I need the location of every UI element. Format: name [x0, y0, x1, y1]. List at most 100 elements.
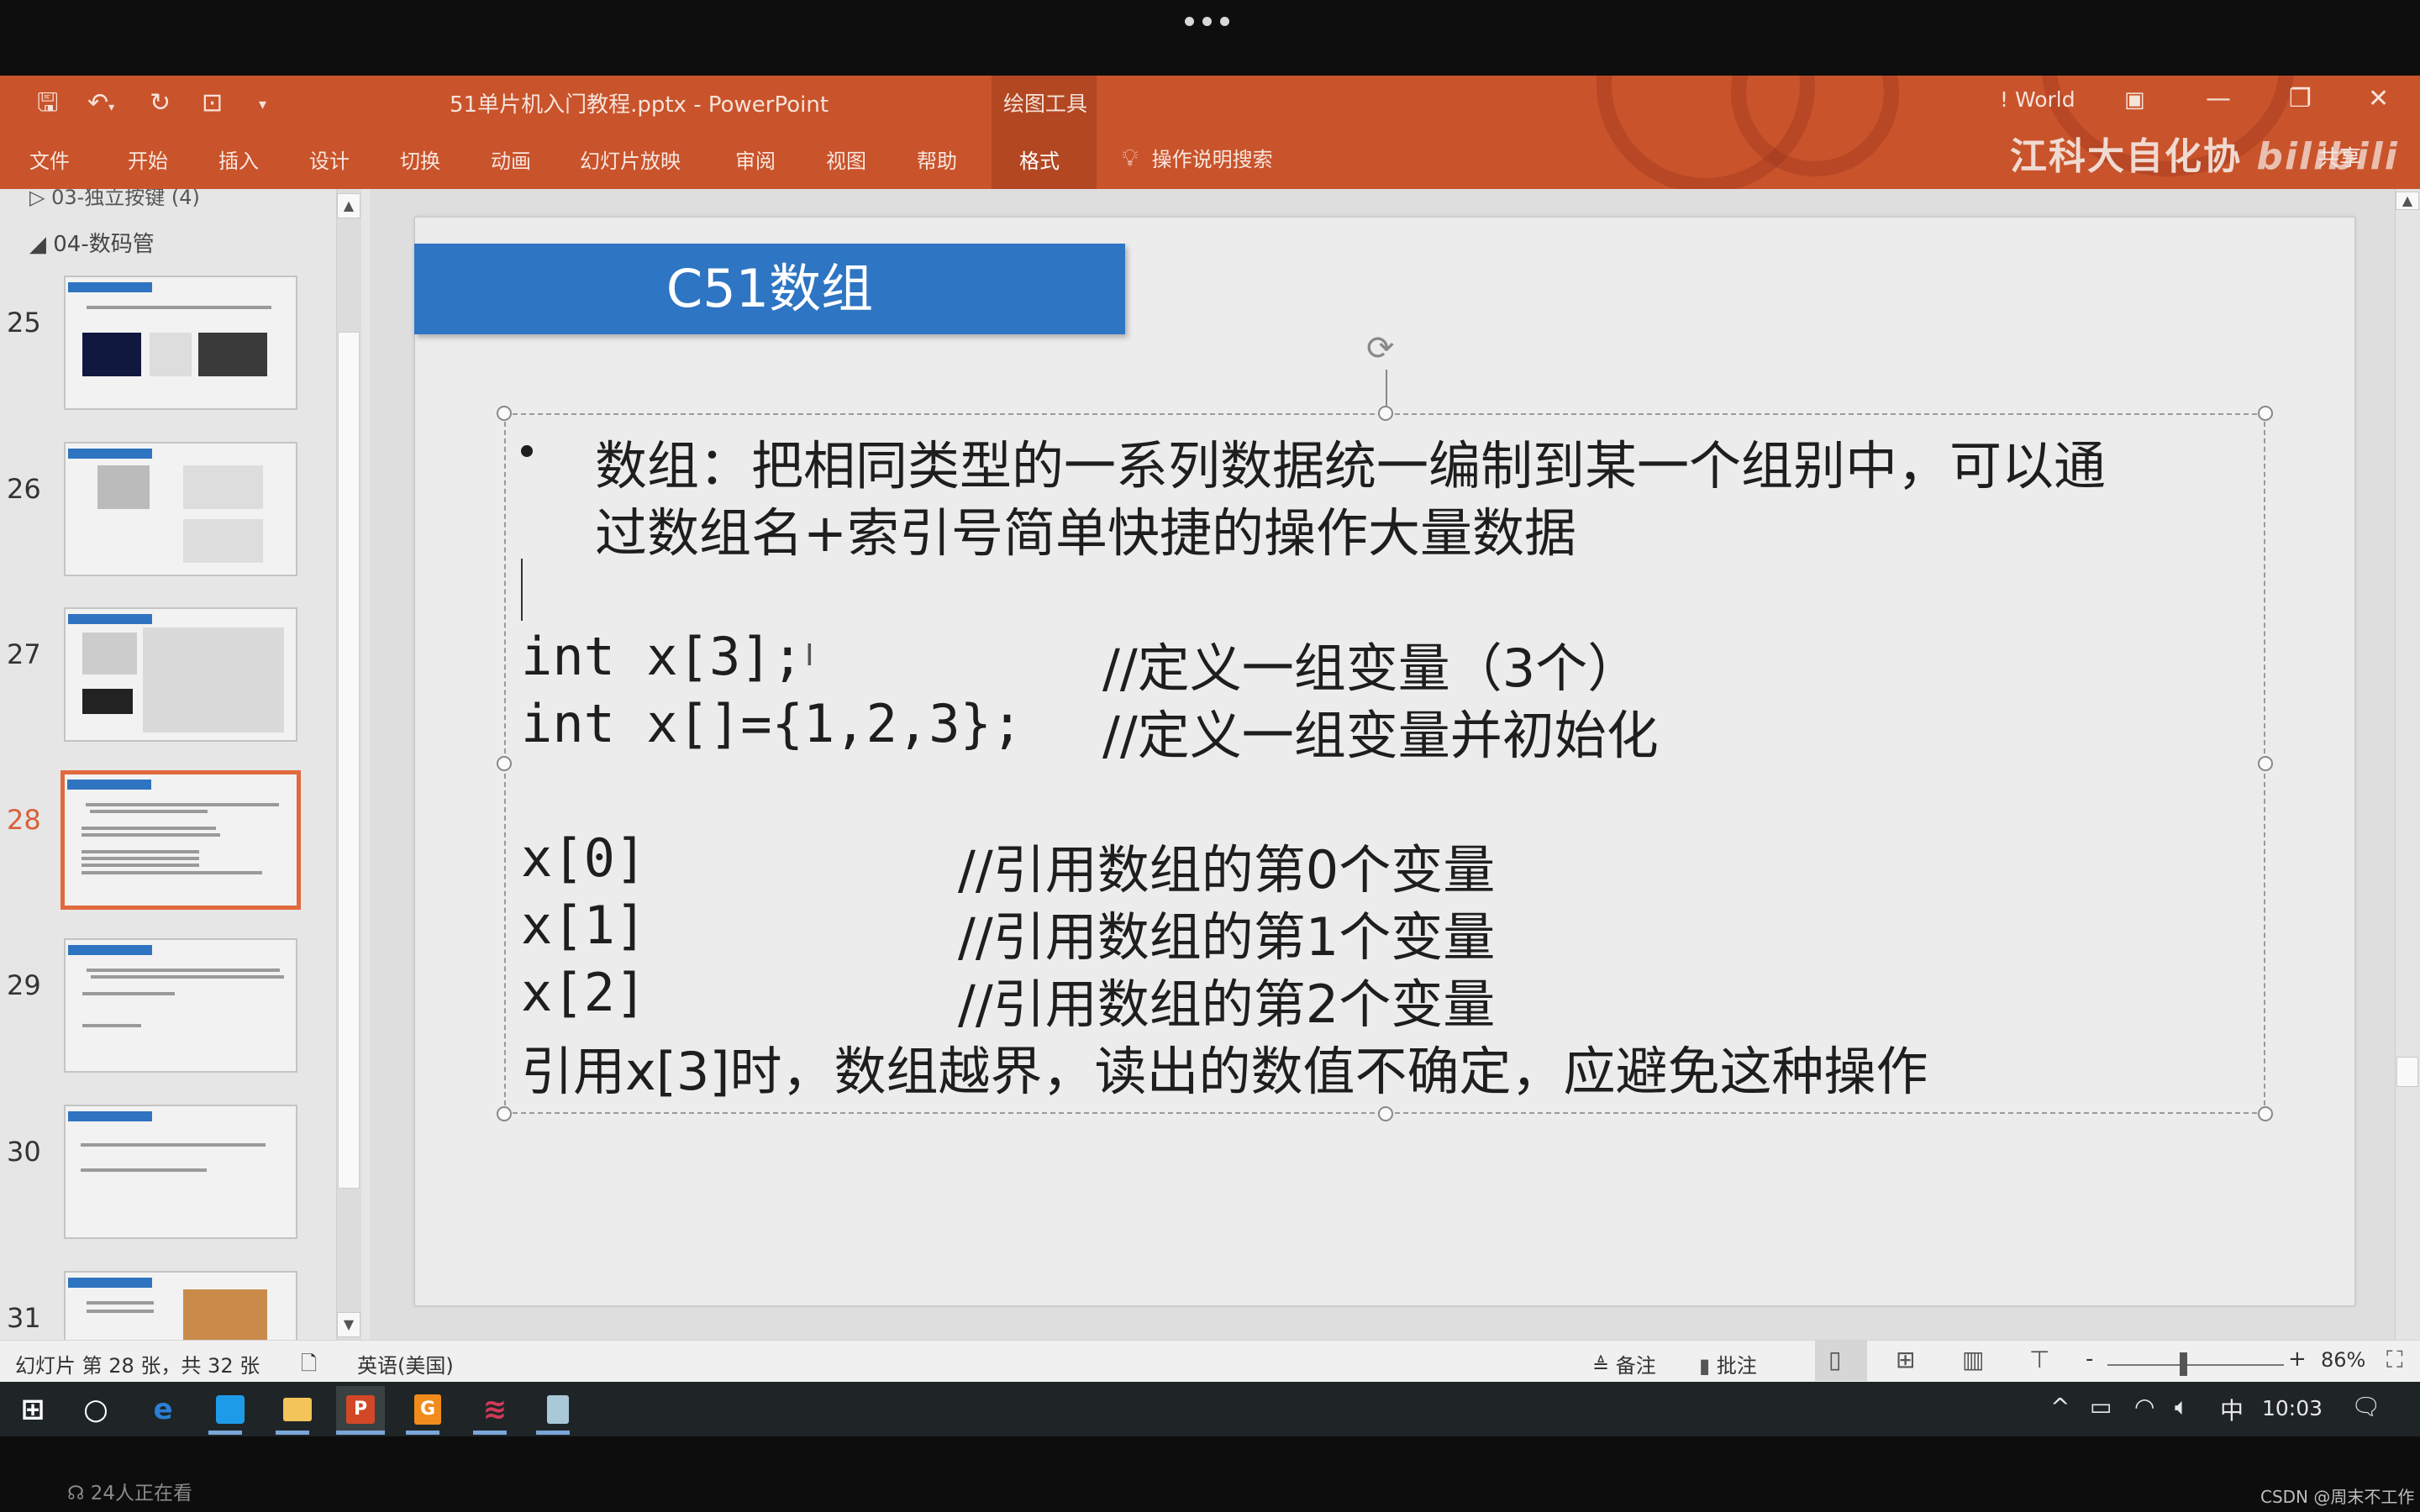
fit-to-window-icon[interactable]: ⛶	[2386, 1346, 2403, 1374]
zoom-in-button[interactable]: +	[2288, 1347, 2307, 1372]
slide-thumbnail[interactable]	[64, 1271, 297, 1340]
slide-number: 30	[7, 1136, 41, 1168]
rotate-handle-icon[interactable]: ⟳	[1366, 329, 1395, 368]
app-blue-icon[interactable]	[206, 1386, 255, 1432]
reading-view-icon[interactable]: ▥	[1962, 1346, 1984, 1373]
slide-thumbnail[interactable]	[64, 938, 297, 1073]
battery-icon[interactable]: ▭	[2090, 1393, 2112, 1420]
powerpoint-taskbar-icon[interactable]: P	[336, 1386, 385, 1432]
thumb-text	[82, 827, 216, 830]
tab-home[interactable]: 开始	[128, 144, 168, 174]
ime-indicator[interactable]: 中	[2220, 1393, 2244, 1426]
zoom-slider[interactable]	[2107, 1364, 2284, 1366]
app-orange-icon[interactable]: G	[403, 1386, 452, 1432]
minimize-button[interactable]: —	[2206, 84, 2231, 113]
slideshow-view-icon[interactable]: ⊤	[2029, 1346, 2049, 1373]
show-hidden-icons-icon[interactable]: ^	[2050, 1393, 2070, 1420]
present-from-start-icon[interactable]: ⊡	[202, 91, 223, 116]
tab-view[interactable]: 视图	[826, 144, 866, 174]
section-header-collapsed[interactable]: ▷ 03-独立按键 (4)	[29, 189, 200, 210]
tab-help[interactable]: 帮助	[917, 144, 957, 174]
lightbulb-icon: 💡︎	[1122, 143, 1139, 171]
tab-animations[interactable]: 动画	[491, 144, 531, 174]
resize-handle[interactable]	[497, 1106, 512, 1121]
tab-slideshow[interactable]: 幻灯片放映	[580, 144, 681, 174]
edge-icon[interactable]: e	[139, 1386, 187, 1432]
bullet-text-line-2: 过数组名+索引号简单快捷的操作大量数据	[595, 502, 1576, 564]
tab-review[interactable]: 审阅	[735, 144, 776, 174]
resize-handle[interactable]	[497, 756, 512, 771]
comments-button[interactable]: ▮ 批注	[1699, 1349, 1757, 1378]
more-options-icon[interactable]	[1185, 17, 1229, 26]
resize-handle[interactable]	[1378, 1106, 1393, 1121]
app-red-icon[interactable]: ≋	[471, 1386, 519, 1432]
save-icon[interactable]: 🖫	[37, 91, 59, 116]
thumb-text	[87, 1301, 154, 1305]
wifi-icon[interactable]: ◠	[2134, 1393, 2154, 1420]
panel-scrollbar-thumb[interactable]	[338, 332, 360, 1189]
app-notes-icon[interactable]	[534, 1386, 582, 1432]
normal-view-icon[interactable]: ▯	[1828, 1346, 1841, 1373]
tab-insert[interactable]: 插入	[218, 144, 259, 174]
customize-qat-icon[interactable]: ▾	[259, 97, 266, 113]
zoom-slider-thumb[interactable]	[2180, 1352, 2188, 1376]
slide-thumbnail[interactable]	[64, 442, 297, 576]
account-name[interactable]: ! World	[2000, 87, 2075, 112]
thumb-text	[82, 992, 175, 995]
start-button-icon[interactable]: ⊞	[8, 1386, 57, 1432]
tell-me-search[interactable]: 💡︎ 操作说明搜索	[1122, 143, 1273, 172]
scroll-down-button[interactable]: ▼	[337, 1312, 360, 1337]
redo-icon[interactable]: ↻	[150, 91, 171, 116]
video-bottom-bar	[0, 1436, 2420, 1512]
thumb-text	[82, 864, 199, 867]
close-button[interactable]: ✕	[2368, 84, 2389, 113]
thumb-image	[198, 333, 267, 376]
zoom-level[interactable]: 86%	[2321, 1348, 2365, 1372]
tab-format[interactable]: 格式	[1019, 144, 1060, 174]
slide-thumbnail[interactable]	[64, 276, 297, 410]
thumb-text	[82, 833, 220, 837]
thumb-title-bar	[68, 1278, 152, 1288]
clock[interactable]: 10:03	[2262, 1396, 2323, 1420]
resize-handle[interactable]	[2258, 756, 2273, 771]
ribbon-display-options-icon[interactable]: ▣	[2124, 87, 2145, 113]
resize-handle[interactable]	[2258, 1106, 2273, 1121]
code-comment: //引用数组的第1个变量	[958, 906, 1496, 968]
accessibility-icon[interactable]: 🗋	[301, 1349, 317, 1383]
tab-design[interactable]: 设计	[309, 144, 350, 174]
slide-scrollbar-thumb[interactable]	[2396, 1057, 2418, 1087]
slide-number-selected: 28	[7, 804, 41, 836]
action-center-icon[interactable]: 🗨︎	[2351, 1393, 2381, 1420]
code-line: x[0]	[521, 827, 647, 889]
thumb-text	[91, 975, 284, 979]
section-header-expanded[interactable]: ◢ 04-数码管	[29, 227, 155, 258]
slide-sorter-icon[interactable]: ⊞	[1896, 1346, 1915, 1373]
slide-thumbnail-panel: ▷ 03-独立按键 (4) ◢ 04-数码管 25 26 27 28 29 30…	[0, 189, 370, 1340]
volume-icon[interactable]: 🔈︎	[2175, 1393, 2189, 1421]
running-indicator	[473, 1431, 507, 1435]
tab-transitions[interactable]: 切换	[400, 144, 440, 174]
language-indicator[interactable]: 英语(美国)	[357, 1349, 454, 1378]
slide-thumbnail-selected[interactable]	[60, 770, 301, 910]
cortana-icon[interactable]: ○	[71, 1386, 120, 1432]
undo-icon[interactable]: ↶▾	[87, 91, 114, 116]
slide-thumbnail[interactable]	[64, 607, 297, 742]
thumb-title-bar	[68, 945, 152, 955]
thumb-text	[82, 871, 262, 874]
running-indicator	[336, 1431, 385, 1435]
file-explorer-icon[interactable]	[273, 1386, 322, 1432]
slide-thumbnail[interactable]	[64, 1105, 297, 1239]
zoom-out-button[interactable]: -	[2086, 1347, 2093, 1372]
resize-handle[interactable]	[497, 406, 512, 421]
restore-button[interactable]: ❐	[2289, 84, 2312, 113]
tab-file[interactable]: 文件	[29, 144, 70, 174]
resize-handle[interactable]	[1378, 406, 1393, 421]
scroll-up-button[interactable]: ▲	[2396, 192, 2419, 210]
slide-number: 31	[7, 1302, 41, 1334]
scroll-up-button[interactable]: ▲	[337, 193, 360, 218]
share-button[interactable]: 共享	[2317, 141, 2361, 172]
comments-label: 批注	[1716, 1354, 1757, 1378]
notes-button[interactable]: ≜ 备注	[1592, 1349, 1656, 1378]
resize-handle[interactable]	[2258, 406, 2273, 421]
slide-scrollbar[interactable]	[2395, 189, 2420, 1340]
